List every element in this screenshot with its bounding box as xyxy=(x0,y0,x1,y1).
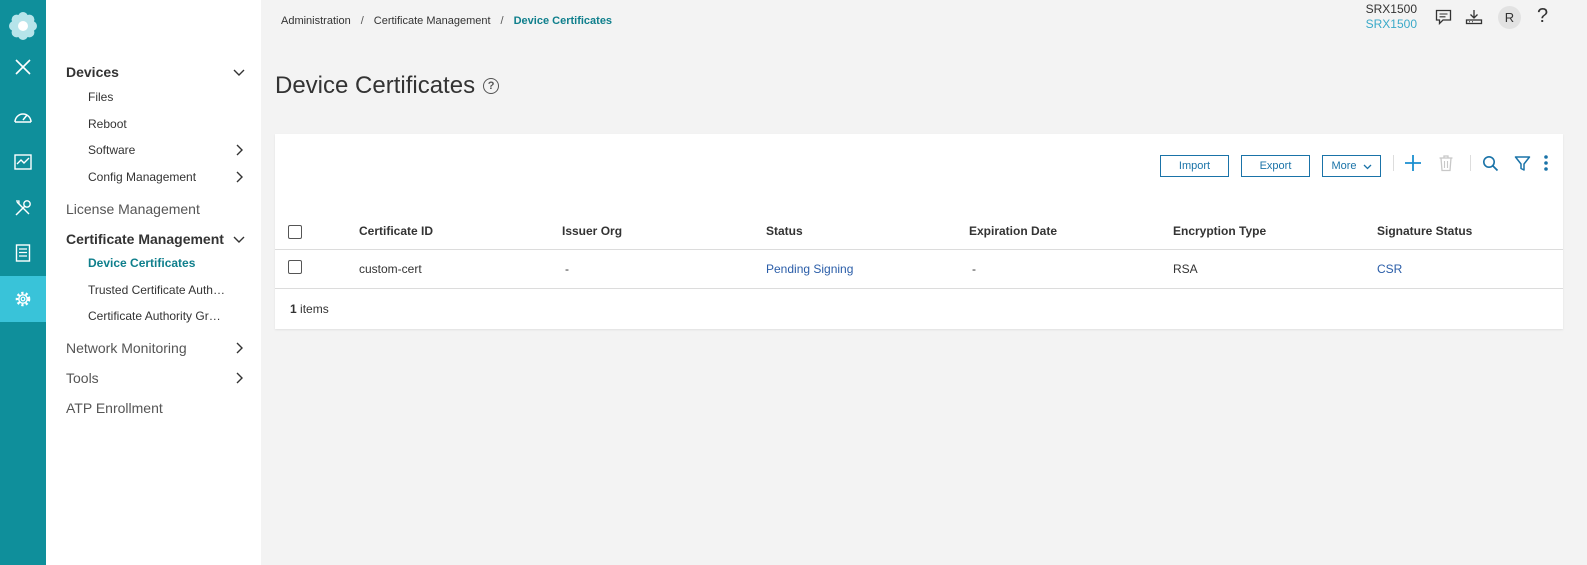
import-button[interactable]: Import xyxy=(1160,155,1229,177)
sidebar-item-label: Trusted Certificate Auth… xyxy=(88,283,225,297)
sidebar-item-network-monitoring[interactable]: Network Monitoring xyxy=(66,340,245,356)
certificates-grid-card: Import Export More Certificate ID Issuer… xyxy=(275,134,1563,329)
export-button[interactable]: Export xyxy=(1241,155,1310,177)
sidebar-item-files[interactable]: Files xyxy=(88,90,245,104)
sidebar-item-label: Config Management xyxy=(88,170,197,184)
cell-encryption-type: RSA xyxy=(1173,262,1198,276)
filter-icon[interactable] xyxy=(1511,152,1533,174)
search-icon[interactable] xyxy=(1479,152,1501,174)
settings-icon[interactable] xyxy=(0,276,46,322)
chevron-right-icon[interactable] xyxy=(233,372,245,384)
help-icon[interactable]: ? xyxy=(1537,5,1548,28)
sidebar-item-device-certificates[interactable]: Device Certificates xyxy=(88,256,245,270)
page-title: Device Certificates xyxy=(275,72,476,99)
chevron-right-icon[interactable] xyxy=(233,171,245,183)
sidebar-item-devices[interactable]: Devices xyxy=(66,64,245,80)
page-header: Device Certificates ? xyxy=(275,72,500,100)
chevron-right-icon[interactable] xyxy=(233,342,245,354)
column-header[interactable]: Signature Status xyxy=(1377,224,1472,238)
sidebar-item-label: Devices xyxy=(66,64,119,80)
commit-download-icon[interactable] xyxy=(1464,7,1484,27)
delete-icon[interactable] xyxy=(1435,152,1457,174)
header-device-name: SRX1500 xyxy=(1365,2,1417,16)
row-checkbox[interactable] xyxy=(288,260,302,274)
sidebar-item-label: Certificate Authority Gr… xyxy=(88,309,221,323)
more-button[interactable]: More xyxy=(1322,155,1381,177)
breadcrumb-item-certificate-management[interactable]: Certificate Management xyxy=(374,15,491,27)
cell-expiration-date: - xyxy=(972,262,976,276)
column-header[interactable]: Encryption Type xyxy=(1173,224,1266,238)
messages-icon[interactable] xyxy=(1433,7,1453,27)
table-header: Certificate ID Issuer Org Status Expirat… xyxy=(275,219,1563,250)
add-icon[interactable] xyxy=(1402,152,1424,174)
table-row[interactable]: custom-cert - Pending Signing - RSA CSR xyxy=(275,250,1563,289)
sidebar-item-reboot[interactable]: Reboot xyxy=(88,117,245,131)
sidebar-item-label: Tools xyxy=(66,370,99,386)
more-options-icon[interactable] xyxy=(1535,152,1557,174)
item-count-value: 1 xyxy=(290,302,297,316)
sidebar-item-label: License Management xyxy=(66,201,200,217)
sidebar-nav: Devices Files Reboot Software Config Man… xyxy=(46,0,261,565)
sidebar-item-label: Software xyxy=(88,143,136,157)
breadcrumb-item-administration[interactable]: Administration xyxy=(281,15,351,27)
sidebar-item-trusted-ca[interactable]: Trusted Certificate Auth… xyxy=(88,283,245,297)
sidebar-item-label: Reboot xyxy=(88,117,127,131)
header-device-model[interactable]: SRX1500 xyxy=(1366,17,1417,31)
cell-signature-status-link[interactable]: CSR xyxy=(1377,262,1402,276)
close-icon[interactable] xyxy=(0,44,46,90)
select-all-checkbox[interactable] xyxy=(288,225,302,239)
avatar[interactable]: R xyxy=(1498,6,1521,29)
reports-icon[interactable] xyxy=(0,230,46,276)
chevron-right-icon[interactable] xyxy=(233,144,245,156)
cell-status-link[interactable]: Pending Signing xyxy=(766,262,853,276)
breadcrumb-item-current: Device Certificates xyxy=(513,15,613,27)
cell-issuer-org: - xyxy=(565,262,569,276)
chevron-down-icon[interactable] xyxy=(233,233,245,245)
breadcrumb-separator: / xyxy=(360,15,364,27)
toolbar-divider xyxy=(1393,155,1394,171)
sidebar-item-config-management[interactable]: Config Management xyxy=(88,170,245,184)
sidebar-item-tools[interactable]: Tools xyxy=(66,370,245,386)
column-header[interactable]: Certificate ID xyxy=(359,224,433,238)
chevron-down-icon xyxy=(1363,164,1371,169)
chevron-down-icon[interactable] xyxy=(233,66,245,78)
dashboard-icon[interactable] xyxy=(0,94,46,140)
sidebar-item-label: Files xyxy=(88,90,114,104)
breadcrumb-separator: / xyxy=(500,15,504,27)
item-count: 1 items xyxy=(290,302,329,316)
column-header[interactable]: Issuer Org xyxy=(562,224,622,238)
sidebar-item-atp-enrollment[interactable]: ATP Enrollment xyxy=(66,400,245,416)
monitor-icon[interactable] xyxy=(0,139,46,185)
column-header[interactable]: Status xyxy=(766,224,803,238)
tools-icon[interactable] xyxy=(0,185,46,231)
sidebar-item-label: Certificate Management xyxy=(66,231,224,247)
help-circle-icon[interactable]: ? xyxy=(483,78,500,94)
column-header[interactable]: Expiration Date xyxy=(969,224,1057,238)
breadcrumb: Administration / Certificate Management … xyxy=(281,15,612,27)
sidebar-item-license-management[interactable]: License Management xyxy=(66,201,245,217)
more-button-label: More xyxy=(1331,160,1357,172)
sidebar-item-ca-group[interactable]: Certificate Authority Gr… xyxy=(88,309,245,323)
toolbar-divider xyxy=(1470,155,1471,171)
sidebar-item-label: Device Certificates xyxy=(88,256,196,270)
sidebar-item-certificate-management[interactable]: Certificate Management xyxy=(66,231,245,247)
sidebar-item-software[interactable]: Software xyxy=(88,143,245,157)
icon-rail xyxy=(0,0,46,565)
logo-icon[interactable] xyxy=(0,3,46,49)
sidebar-item-label: ATP Enrollment xyxy=(66,400,163,416)
item-count-label: items xyxy=(296,302,329,316)
sidebar-item-label: Network Monitoring xyxy=(66,340,187,356)
cell-certificate-id: custom-cert xyxy=(359,262,422,276)
